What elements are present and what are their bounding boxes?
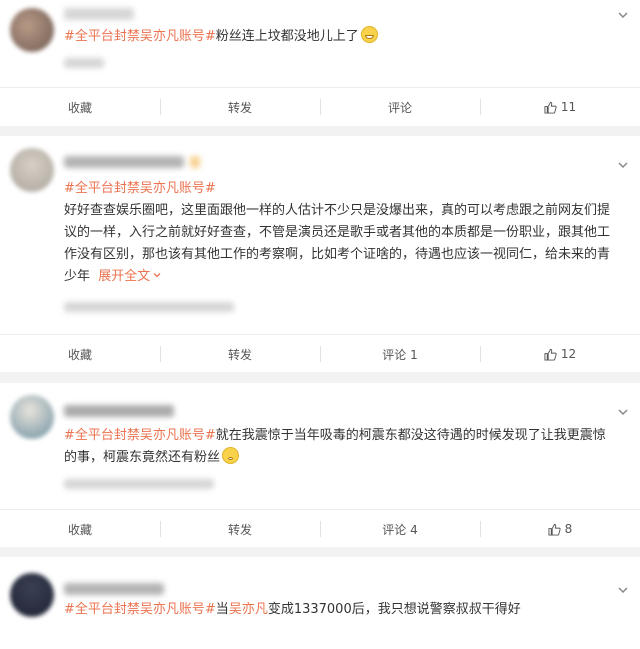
thumbs-up-icon (544, 101, 557, 114)
collect-label: 收藏 (67, 347, 92, 362)
grinning-face-icon (360, 26, 378, 43)
like-button[interactable]: 12 (480, 335, 640, 373)
expand-label: 展开全文 (98, 269, 151, 284)
comment-button[interactable]: 评论 (320, 88, 480, 126)
post-content: #全平台封禁吴亦凡账号#粉丝连上坟都没地儿上了 (64, 26, 612, 48)
chevron-down-icon[interactable] (616, 158, 630, 172)
username[interactable] (64, 8, 134, 20)
chevron-down-icon (153, 273, 161, 278)
like-count: 11 (560, 100, 577, 114)
post-text: 当 (215, 602, 229, 617)
chevron-down-icon[interactable] (616, 583, 630, 597)
collect-label: 收藏 (67, 522, 92, 537)
post-card: #全平台封禁吴亦凡账号#就在我震惊于当年吸毒的柯震东都没这待遇的时候发现了让我更… (0, 383, 640, 547)
hashtag-link[interactable]: #全平台封禁吴亦凡账号# (64, 29, 216, 44)
username[interactable] (64, 156, 184, 168)
repost-label: 转发 (227, 347, 252, 362)
like-count: 8 (564, 522, 573, 536)
collect-label: 收藏 (67, 100, 92, 115)
username[interactable] (64, 405, 174, 417)
post-content: #全平台封禁吴亦凡账号#就在我震惊于当年吸毒的柯震东都没这待遇的时候发现了让我更… (64, 425, 612, 469)
repost-label: 转发 (227, 100, 252, 115)
action-bar: 收藏 转发 评论 11 (0, 87, 640, 126)
repost-button[interactable]: 转发 (160, 335, 320, 373)
repost-button[interactable]: 转发 (160, 510, 320, 548)
repost-label: 转发 (227, 522, 252, 537)
hashtag-link[interactable]: #全平台封禁吴亦凡账号# (64, 181, 216, 196)
hashtag-link[interactable]: #全平台封禁吴亦凡账号# (64, 428, 216, 443)
like-button[interactable]: 11 (480, 88, 640, 126)
hashtag-link[interactable]: #全平台封禁吴亦凡账号# (64, 602, 216, 617)
collect-button[interactable]: 收藏 (0, 335, 160, 373)
like-button[interactable]: 8 (480, 510, 640, 548)
action-bar: 收藏 转发 评论 1 12 (0, 334, 640, 373)
thumbs-up-icon (544, 348, 557, 361)
keyword-highlight[interactable]: 吴亦凡 (229, 602, 268, 617)
post-content: #全平台封禁吴亦凡账号#当吴亦凡变成1337000后，我只想说警察叔叔干得好 (64, 599, 612, 621)
expand-full-text-link[interactable]: 展开全文 (98, 269, 162, 284)
chevron-down-icon[interactable] (616, 8, 630, 22)
post-card: #全平台封禁吴亦凡账号# 好好查查娱乐圈吧，这里面跟他一样的人估计不少只是没爆出… (0, 136, 640, 372)
repost-button[interactable]: 转发 (160, 88, 320, 126)
post-meta (64, 479, 214, 489)
post-meta (64, 302, 234, 312)
username[interactable] (64, 583, 164, 595)
action-bar: 收藏 转发 评论 4 8 (0, 509, 640, 548)
post-card: #全平台封禁吴亦凡账号#当吴亦凡变成1337000后，我只想说警察叔叔干得好 (0, 557, 640, 649)
like-count: 12 (560, 347, 577, 361)
avatar[interactable] (10, 395, 54, 439)
post-content: #全平台封禁吴亦凡账号# 好好查查娱乐圈吧，这里面跟他一样的人估计不少只是没爆出… (64, 178, 612, 288)
avatar[interactable] (10, 573, 54, 617)
post-card: #全平台封禁吴亦凡账号#粉丝连上坟都没地儿上了 收藏 转发 评论 11 (0, 0, 640, 126)
collect-button[interactable]: 收藏 (0, 88, 160, 126)
post-text: 粉丝连上坟都没地儿上了 (215, 29, 359, 44)
comment-button[interactable]: 评论 4 (320, 510, 480, 548)
vip-badge (190, 156, 200, 168)
comment-button[interactable]: 评论 1 (320, 335, 480, 373)
post-meta (64, 58, 104, 68)
comment-label: 评论 1 (382, 347, 418, 362)
avatar[interactable] (10, 148, 54, 192)
comment-label: 评论 4 (382, 522, 418, 537)
post-text: 变成1337000后，我只想说警察叔叔干得好 (267, 602, 521, 617)
collect-button[interactable]: 收藏 (0, 510, 160, 548)
comment-label: 评论 (387, 100, 412, 115)
thumbs-up-icon (548, 523, 561, 536)
avatar[interactable] (10, 8, 54, 52)
puzzled-face-icon (222, 447, 240, 464)
chevron-down-icon[interactable] (616, 405, 630, 419)
